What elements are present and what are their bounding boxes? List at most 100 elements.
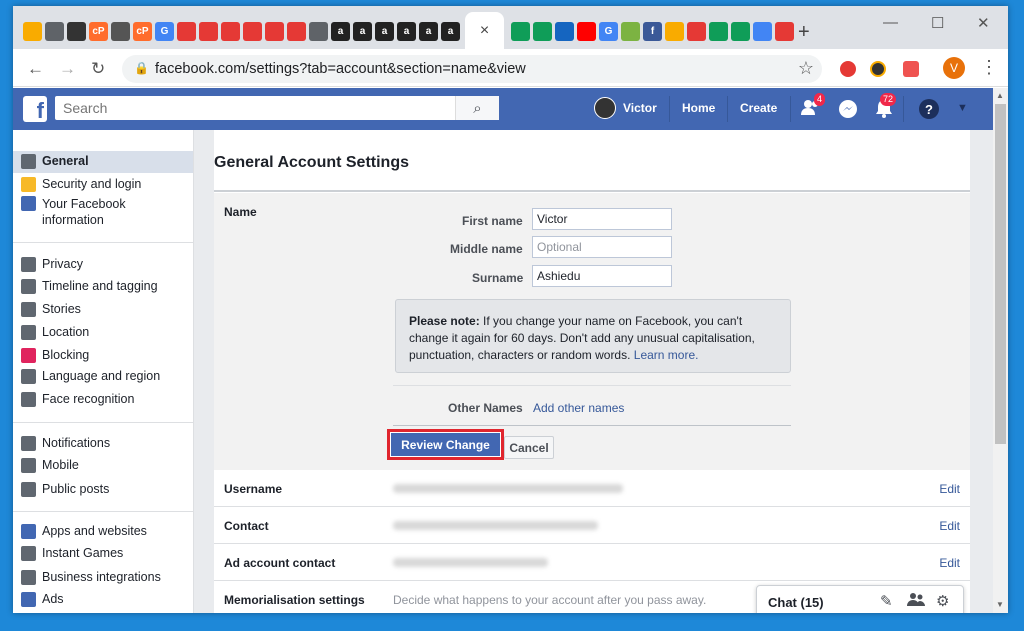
scroll-down-icon[interactable]: ▼ (996, 600, 1004, 609)
review-change-button[interactable]: Review Change (387, 429, 504, 460)
browser-tab[interactable]: a (353, 22, 372, 41)
messenger-icon[interactable] (838, 99, 858, 124)
sidebar-item-location[interactable]: Location (21, 322, 89, 342)
browser-tab[interactable] (753, 22, 772, 41)
sidebar-item-privacy[interactable]: Privacy (21, 254, 83, 274)
settings-row[interactable]: Username Edit (214, 470, 970, 507)
browser-tab[interactable] (243, 22, 262, 41)
browser-tab[interactable]: f (643, 22, 662, 41)
active-tab[interactable]: × (465, 12, 504, 49)
browser-tab[interactable]: G (155, 22, 174, 41)
account-dropdown-icon[interactable]: ▼ (957, 102, 968, 114)
close-window-button[interactable]: ✕ (977, 14, 990, 32)
settings-row[interactable]: Contact Edit (214, 507, 970, 544)
first-name-field[interactable] (532, 208, 672, 230)
browser-tab[interactable]: a (331, 22, 350, 41)
browser-tab[interactable] (555, 22, 574, 41)
chat-label[interactable]: Chat (15) (768, 595, 824, 610)
browser-tab[interactable] (287, 22, 306, 41)
sidebar-item-language-and-region[interactable]: Language and region (21, 366, 160, 386)
profile-avatar[interactable]: V (943, 57, 965, 79)
surname-field[interactable] (532, 265, 672, 287)
browser-tab[interactable] (221, 22, 240, 41)
browser-tab[interactable] (265, 22, 284, 41)
browser-tab[interactable] (45, 22, 64, 41)
browser-tab[interactable]: cP (133, 22, 152, 41)
middle-name-field[interactable] (532, 236, 672, 258)
browser-tab[interactable] (199, 22, 218, 41)
bookmark-star-icon[interactable]: ☆ (798, 58, 814, 79)
sidebar-item-mobile[interactable]: Mobile (21, 455, 79, 475)
browser-tab[interactable] (665, 22, 684, 41)
browser-tab[interactable] (775, 22, 794, 41)
minimize-button[interactable]: — (883, 14, 898, 31)
forward-button[interactable]: → (59, 59, 76, 79)
people-icon[interactable] (907, 592, 925, 610)
learn-more-link[interactable]: Learn more. (634, 348, 699, 362)
browser-tab[interactable] (111, 22, 130, 41)
sidebar-item-instant-games[interactable]: Instant Games (21, 543, 123, 563)
add-other-names-link[interactable]: Add other names (533, 401, 624, 415)
new-tab-button[interactable]: + (798, 21, 810, 44)
browser-tab[interactable]: cP (89, 22, 108, 41)
extension-shield-icon[interactable] (903, 61, 919, 77)
browser-tab[interactable] (511, 22, 530, 41)
browser-tab[interactable]: a (419, 22, 438, 41)
sidebar-item-your-facebook-information[interactable]: Your Facebook information (21, 196, 142, 230)
browser-tab[interactable] (67, 22, 86, 41)
settings-row[interactable]: Ad account contact Edit (214, 544, 970, 581)
browser-menu-icon[interactable]: ⋮ (980, 57, 998, 78)
search-input[interactable] (63, 100, 443, 116)
scrollbar-thumb[interactable] (995, 104, 1006, 444)
lock-icon[interactable]: 🔒 (134, 61, 149, 75)
maximize-button[interactable]: ☐ (931, 14, 944, 32)
browser-tab[interactable] (309, 22, 328, 41)
sidebar-item-security-and-login[interactable]: Security and login (21, 174, 141, 194)
facebook-logo[interactable]: f (23, 96, 47, 122)
edit-link[interactable]: Edit (939, 519, 960, 533)
search-box[interactable]: ⌕ (55, 96, 499, 120)
browser-tab[interactable]: a (441, 22, 460, 41)
browser-tab[interactable] (23, 22, 42, 41)
sidebar-item-blocking[interactable]: Blocking (21, 345, 89, 365)
edit-link[interactable]: Edit (939, 556, 960, 570)
reload-button[interactable]: ↻ (91, 59, 105, 79)
review-change-label[interactable]: Review Change (391, 433, 500, 456)
url-text[interactable]: facebook.com/settings?tab=account&sectio… (155, 61, 526, 77)
sidebar-item-apps-and-websites[interactable]: Apps and websites (21, 521, 147, 541)
search-icon[interactable]: ⌕ (455, 96, 499, 120)
browser-tab[interactable] (687, 22, 706, 41)
sidebar-item-face-recognition[interactable]: Face recognition (21, 389, 134, 409)
home-link[interactable]: Home (682, 101, 715, 115)
browser-tab[interactable] (621, 22, 640, 41)
chat-bar[interactable]: Chat (15) ✎ ⚙ (756, 585, 964, 613)
page-scrollbar[interactable]: ▲ ▼ (993, 88, 1008, 613)
compose-icon[interactable]: ✎ (880, 592, 893, 610)
omnibox[interactable]: 🔒 facebook.com/settings?tab=account&sect… (122, 55, 822, 83)
chat-settings-icon[interactable]: ⚙ (936, 592, 949, 610)
browser-tab[interactable] (177, 22, 196, 41)
profile-picture[interactable] (594, 97, 616, 119)
profile-name-link[interactable]: Victor (623, 101, 657, 115)
edit-link[interactable]: Edit (939, 482, 960, 496)
sidebar-item-business-integrations[interactable]: Business integrations (21, 567, 161, 587)
browser-tab[interactable] (731, 22, 750, 41)
create-link[interactable]: Create (740, 101, 777, 115)
sidebar-item-stories[interactable]: Stories (21, 299, 81, 319)
sidebar-item-timeline-and-tagging[interactable]: Timeline and tagging (21, 276, 158, 296)
extension-icon[interactable] (870, 61, 886, 77)
extension-icon[interactable] (840, 61, 856, 77)
sidebar-item-notifications[interactable]: Notifications (21, 433, 110, 453)
browser-tab[interactable]: a (375, 22, 394, 41)
back-button[interactable]: ← (27, 59, 44, 79)
browser-tab[interactable]: a (397, 22, 416, 41)
browser-tab[interactable] (709, 22, 728, 41)
tab-close-icon[interactable]: × (480, 22, 489, 40)
cancel-button[interactable]: Cancel (504, 436, 554, 459)
sidebar-item-general[interactable]: General (21, 151, 89, 171)
browser-tab[interactable] (577, 22, 596, 41)
sidebar-item-ads[interactable]: Ads (21, 589, 64, 609)
scroll-up-icon[interactable]: ▲ (996, 91, 1004, 100)
browser-tab[interactable]: G (599, 22, 618, 41)
sidebar-item-public-posts[interactable]: Public posts (21, 479, 109, 499)
